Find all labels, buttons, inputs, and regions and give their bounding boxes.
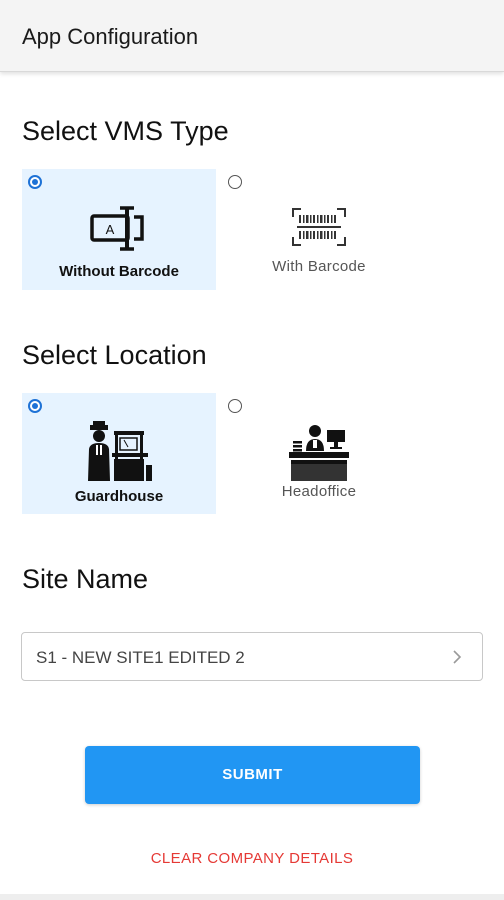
vms-option-without-barcode[interactable]: A Without Barcode <box>22 169 216 290</box>
radio-guardhouse[interactable] <box>28 399 42 413</box>
app-configuration-screen: App Configuration Select VMS Type A With… <box>0 0 504 900</box>
location-heading: Select Location <box>22 340 207 370</box>
page-title: App Configuration <box>22 24 199 49</box>
option-label-headoffice: Headoffice <box>281 483 357 500</box>
svg-text:A: A <box>106 222 115 237</box>
submit-button[interactable]: SUBMIT <box>85 746 420 804</box>
barcode-scan-icon <box>222 205 416 254</box>
site-name-heading: Site Name <box>22 564 149 594</box>
vms-type-heading: Select VMS Type <box>22 116 229 146</box>
bottom-divider <box>0 894 504 900</box>
location-option-guardhouse[interactable]: Guardhouse <box>22 393 216 514</box>
location-option-headoffice[interactable]: Headoffice <box>222 393 416 514</box>
option-label-without-barcode: Without Barcode <box>59 263 179 280</box>
id-card-icon: A <box>22 205 216 258</box>
option-label-guardhouse: Guardhouse <box>74 488 164 505</box>
radio-without-barcode[interactable] <box>28 175 42 189</box>
chevron-right-icon <box>450 649 464 665</box>
site-name-value: S1 - NEW SITE1 EDITED 2 <box>36 648 245 667</box>
clear-company-details-link[interactable]: CLEAR COMPANY DETAILS <box>0 850 504 867</box>
radio-with-barcode[interactable] <box>228 175 242 189</box>
option-label-with-barcode: With Barcode <box>272 258 366 275</box>
vms-option-with-barcode[interactable]: With Barcode <box>222 169 416 290</box>
guard-icon <box>22 419 216 490</box>
site-name-select[interactable]: S1 - NEW SITE1 EDITED 2 <box>21 632 483 681</box>
reception-desk-icon <box>222 421 416 488</box>
app-header: App Configuration <box>0 0 504 72</box>
radio-headoffice[interactable] <box>228 399 242 413</box>
